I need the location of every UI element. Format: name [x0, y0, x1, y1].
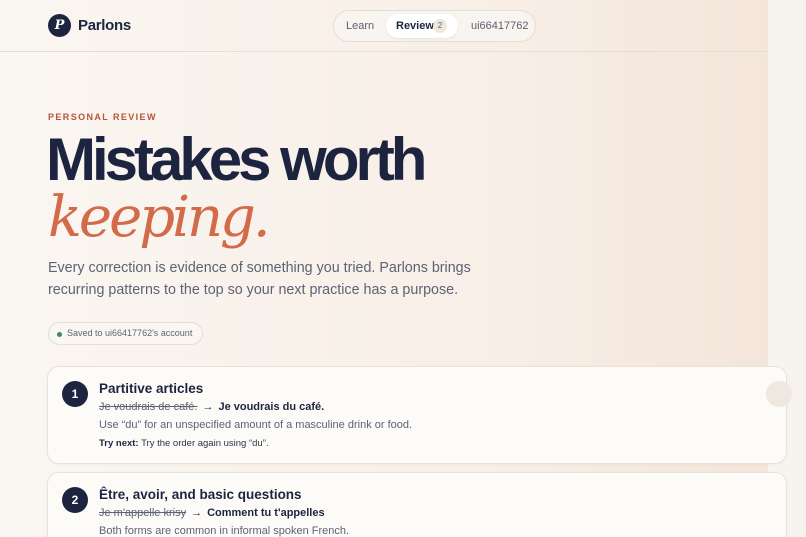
correct-sentence: Comment tu t'appelles: [207, 507, 325, 519]
mistake-card[interactable]: 1 Partitive articles Je voudrais de café…: [47, 366, 792, 464]
review-count-badge: 2: [433, 19, 447, 33]
card-action-icon[interactable]: [766, 381, 792, 407]
mistake-explanation: Both forms are common in informal spoken…: [99, 525, 350, 537]
wrong-sentence: Je voudrais de café.: [99, 401, 198, 413]
saved-status-text: Saved to ui66417762's account: [67, 328, 193, 338]
mistake-title: Être, avoir, and basic questions: [99, 487, 302, 502]
nav-user-account[interactable]: ui66417762: [471, 20, 529, 32]
try-next-label: Try next:: [99, 438, 139, 449]
section-eyebrow: PERSONAL REVIEW: [48, 112, 157, 122]
correction-pair: Je m'appelle krisy → Comment tu t'appelles: [99, 507, 325, 519]
mistake-explanation: Use “du” for an unspecified amount of a …: [99, 419, 413, 431]
brand-name[interactable]: Parlons: [78, 17, 131, 34]
main-nav: Learn Review 2 ui66417762: [333, 10, 536, 42]
mistake-number: 1: [62, 381, 88, 407]
try-next-text: Try the order again using “du”.: [141, 438, 269, 449]
nav-review-label: Review: [396, 20, 434, 32]
wrong-sentence: Je m'appelle krisy: [99, 507, 187, 519]
parlons-logo[interactable]: P: [48, 14, 71, 37]
saved-status-badge: Saved to ui66417762's account: [48, 322, 204, 345]
mistake-title: Partitive articles: [99, 381, 204, 396]
top-header: P Parlons Learn Review 2 ui66417762: [0, 0, 768, 52]
nav-review-tab[interactable]: Review 2: [386, 14, 458, 38]
mistake-number: 2: [62, 487, 88, 513]
arrow-right-icon: →: [202, 401, 214, 413]
mistake-card[interactable]: 2 Être, avoir, and basic questions Je m'…: [47, 472, 787, 537]
correct-sentence: Je voudrais du café.: [218, 401, 325, 413]
page-title-accent: keeping.: [48, 185, 271, 250]
try-next-hint: Try next: Try the order again using “du”…: [99, 438, 269, 449]
nav-learn-tab[interactable]: Learn: [346, 20, 374, 32]
arrow-right-icon: →: [191, 507, 203, 519]
lead-paragraph: Every correction is evidence of somethin…: [48, 260, 471, 298]
correction-pair: Je voudrais de café. → Je voudrais du café…: [99, 401, 324, 413]
status-dot-icon: [57, 332, 62, 337]
